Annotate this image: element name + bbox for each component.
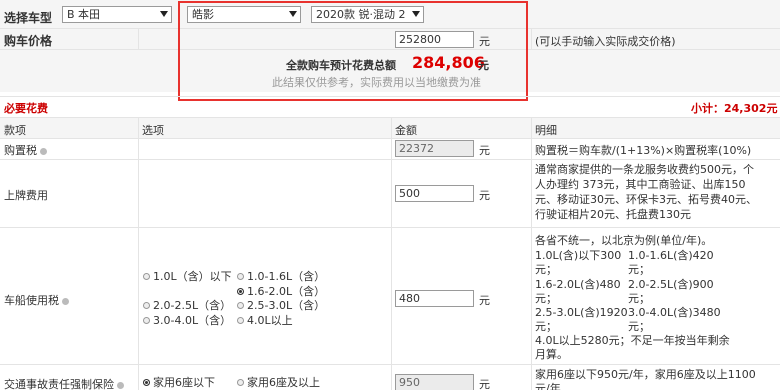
info-icon[interactable] bbox=[62, 297, 69, 305]
radio-icon bbox=[143, 301, 150, 309]
divider bbox=[0, 96, 780, 97]
radio-option[interactable]: 3.0-4.0L（含） bbox=[143, 314, 231, 327]
brand-select[interactable]: B 本田 bbox=[62, 6, 172, 23]
vehicle-tax-detail: 月算。 bbox=[535, 348, 568, 361]
plate-fee-detail: 通常商家提供的一条龙服务收费约500元，个 bbox=[535, 163, 754, 176]
insurance-value: 950 bbox=[395, 374, 474, 390]
vehicle-tax-input[interactable]: 480 bbox=[395, 290, 474, 307]
radio-option[interactable]: 1.0-1.6L（含） bbox=[237, 270, 325, 283]
plate-fee-unit: 元 bbox=[479, 189, 490, 202]
plate-fee-detail: 元、移动证30元、环保卡3元、拓号费40元、 bbox=[535, 193, 757, 206]
vehicle-tax-detail: 元； bbox=[535, 292, 557, 305]
table-row: 购置税 bbox=[4, 142, 47, 158]
brand-select-value: B 本田 bbox=[67, 8, 101, 21]
divider bbox=[0, 364, 780, 365]
purchase-tax-detail: 购置税＝购车款/(1+13%)×购置税率(10%) bbox=[535, 144, 752, 157]
vehicle-tax-detail: 3.0-4.0L(含)3480 bbox=[628, 306, 721, 319]
radio-icon bbox=[143, 316, 150, 324]
row-label: 购置税 bbox=[4, 144, 37, 157]
vehicle-tax-detail: 2.5-3.0L(含)1920 bbox=[535, 306, 628, 319]
vehicle-tax-detail: 4.0L以上5280元；不足一年按当年剩余 bbox=[535, 334, 730, 347]
info-icon[interactable] bbox=[40, 147, 47, 155]
header-option: 选项 bbox=[142, 124, 164, 137]
vehicle-tax-detail: 元； bbox=[628, 263, 650, 276]
radio-icon bbox=[237, 378, 244, 386]
vehicle-tax-detail: 元； bbox=[628, 292, 650, 305]
table-header bbox=[0, 118, 780, 138]
highlight-frame bbox=[178, 1, 528, 101]
chevron-down-icon bbox=[160, 11, 168, 17]
table-row: 交通事故责任强制保险 bbox=[4, 376, 124, 390]
radio-icon bbox=[237, 316, 244, 324]
radio-option[interactable]: 2.5-3.0L（含） bbox=[237, 299, 325, 312]
header-item: 款项 bbox=[4, 124, 26, 137]
insurance-unit: 元 bbox=[479, 378, 490, 390]
header-amount: 金额 bbox=[395, 124, 417, 137]
vehicle-tax-detail: 各省不统一，以北京为例(单位/年)。 bbox=[535, 234, 713, 247]
table-row: 上牌费用 bbox=[4, 187, 48, 203]
vehicle-tax-unit: 元 bbox=[479, 294, 490, 307]
vehicle-tax-detail: 2.0-2.5L(含)900 bbox=[628, 278, 714, 291]
radio-option[interactable]: 家用6座以下 bbox=[143, 376, 215, 389]
plate-fee-detail: 行驶证相片20元、托盘费130元 bbox=[535, 208, 691, 221]
insurance-detail: 元/年 bbox=[535, 382, 561, 390]
radio-option[interactable]: 1.6-2.0L（含） bbox=[237, 285, 325, 298]
header-detail: 明细 bbox=[535, 124, 557, 137]
filter-label: 选择车型 bbox=[4, 11, 53, 25]
required-subtotal: 小计：24,302元 bbox=[691, 102, 778, 115]
plate-fee-detail: 人办理约 373元，其中工商验证、出库150 bbox=[535, 178, 746, 191]
purchase-tax-value: 22372 bbox=[395, 140, 474, 157]
info-icon[interactable] bbox=[117, 381, 124, 389]
divider bbox=[138, 29, 139, 49]
radio-icon bbox=[237, 287, 244, 295]
price-label: 购车价格 bbox=[4, 34, 53, 48]
insurance-detail: 家用6座以下950元/年，家用6座及以上1100 bbox=[535, 368, 756, 381]
vehicle-tax-detail: 1.6-2.0L(含)480 bbox=[535, 278, 621, 291]
price-hint: (可以手动输入实际成交价格) bbox=[535, 35, 676, 48]
purchase-tax-unit: 元 bbox=[479, 144, 490, 157]
divider bbox=[0, 138, 780, 139]
radio-option[interactable]: 1.0L（含）以下 bbox=[143, 270, 232, 283]
radio-option[interactable]: 家用6座及以上 bbox=[237, 376, 320, 389]
radio-option[interactable]: 4.0L以上 bbox=[237, 314, 293, 327]
divider bbox=[531, 29, 532, 49]
vehicle-tax-detail: 元； bbox=[628, 320, 650, 333]
radio-icon bbox=[237, 272, 244, 280]
row-label: 交通事故责任强制保险 bbox=[4, 378, 114, 390]
table-row: 车船使用税 bbox=[4, 292, 69, 308]
radio-icon bbox=[143, 378, 150, 386]
vehicle-tax-detail: 元； bbox=[535, 320, 557, 333]
radio-icon bbox=[143, 272, 150, 280]
vehicle-tax-detail: 1.0L(含)以下300 bbox=[535, 249, 622, 262]
divider bbox=[0, 227, 780, 228]
required-title: 必要花费 bbox=[4, 102, 48, 115]
plate-fee-input[interactable]: 500 bbox=[395, 185, 474, 202]
vehicle-tax-detail: 1.0-1.6L(含)420 bbox=[628, 249, 714, 262]
divider bbox=[0, 159, 780, 160]
row-label: 上牌费用 bbox=[4, 189, 48, 202]
vehicle-tax-detail: 元； bbox=[535, 263, 557, 276]
radio-icon bbox=[237, 301, 244, 309]
radio-option[interactable]: 2.0-2.5L（含） bbox=[143, 299, 231, 312]
row-label: 车船使用税 bbox=[4, 294, 59, 307]
